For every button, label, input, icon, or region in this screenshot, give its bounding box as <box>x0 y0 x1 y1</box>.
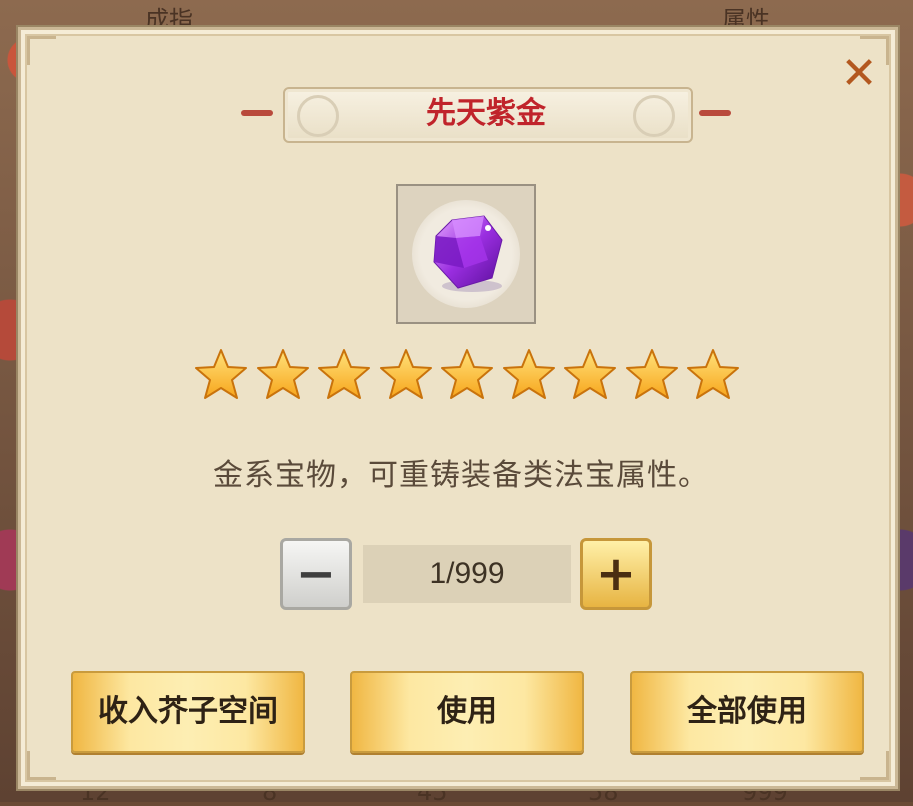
item-title: 先天紫金 <box>426 96 546 131</box>
star-icon <box>564 349 616 399</box>
background-header-right: 属性 <box>722 6 770 34</box>
star-icon <box>195 349 247 399</box>
star-icon <box>687 349 739 399</box>
use-all-button[interactable]: 全部使用 <box>630 671 864 753</box>
decrease-quantity-button[interactable]: − <box>280 538 352 610</box>
purple-gem-icon <box>433 215 503 292</box>
title-banner: 先天紫金 <box>241 85 731 143</box>
star-icon <box>625 349 678 399</box>
star-icon <box>441 349 493 399</box>
item-icon-frame <box>396 184 536 324</box>
store-to-space-button[interactable]: 收入芥子空间 <box>71 671 305 753</box>
item-detail-dialog: ✕ 先天紫金 金系宝物，可重铸装备类法宝属性。 − + 收入芥子空间 使用 <box>18 27 898 789</box>
star-rating <box>193 347 741 403</box>
increase-quantity-button[interactable]: + <box>580 538 652 610</box>
star-icon <box>256 349 309 399</box>
background-header-left: 成指 <box>145 6 193 34</box>
corner-ornament <box>27 36 56 65</box>
use-button[interactable]: 使用 <box>350 671 584 753</box>
corner-ornament <box>860 751 889 780</box>
star-icon <box>318 349 370 399</box>
item-description: 金系宝物，可重铸装备类法宝属性。 <box>213 458 709 493</box>
close-icon[interactable]: ✕ <box>839 52 879 96</box>
star-icon <box>502 349 555 399</box>
corner-ornament <box>27 751 56 780</box>
quantity-input[interactable] <box>363 545 571 603</box>
star-icon <box>379 349 432 399</box>
